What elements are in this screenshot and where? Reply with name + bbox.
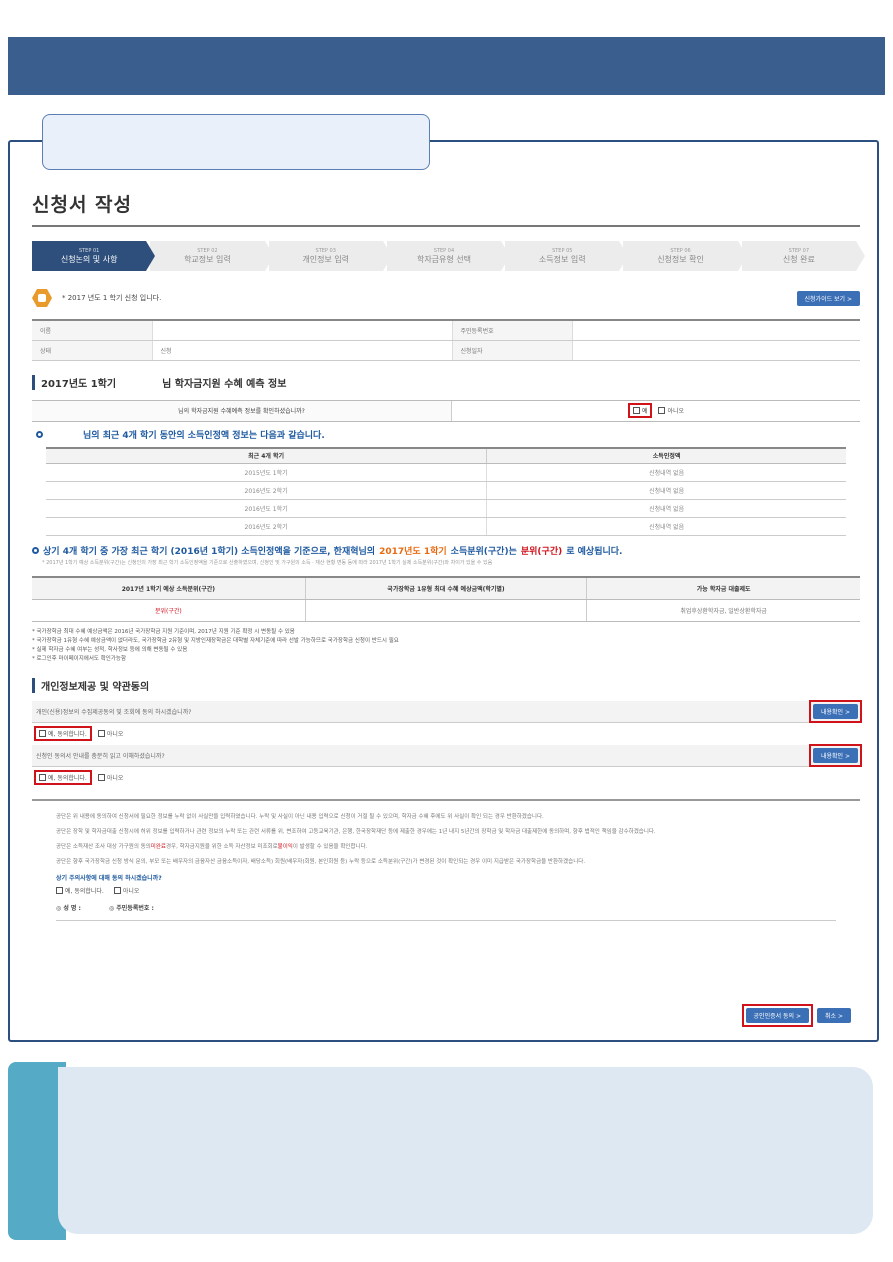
prediction-table: 2017년 1학기 예상 소득분위(구간) 국가장학금 1유형 최대 수혜 예상… [32, 576, 860, 622]
consent-2-agree[interactable]: 예, 동의합니다. [34, 769, 92, 785]
table-row: 분위(구간) 취업후상환학자금, 일반상환학자금 [32, 599, 860, 622]
prediction-yes-option[interactable]: 예 [627, 403, 653, 418]
table-row: 2016년도 1학기 신청내역 없음 [46, 499, 846, 518]
screenshot-frame: 신청서 작성 STEP 01 신청논의 및 사항 STEP 02 학교정보 입력 S… [8, 140, 879, 1042]
name-label: 이름 [32, 320, 153, 341]
terms-question: 상기 주의사항에 대해 동의 하시겠습니까? [56, 874, 162, 882]
view-content-button-1[interactable]: 내용확인 > [812, 703, 858, 719]
disagree-checkbox[interactable] [97, 729, 105, 737]
yes-checkbox[interactable] [632, 407, 640, 414]
notice-bar: * 2017 년도 1 학기 신청 입니다. 신청가이드 보기 > [32, 287, 860, 309]
step-4: STEP 04 학자금유형 선택 [386, 241, 511, 271]
agree-checkbox[interactable] [39, 729, 46, 737]
income-history-table: 최근 4개 학기 소득인정액 2015년도 1학기 신청내역 없음 2016년도 … [46, 446, 846, 536]
consent-row-1: 개인(신용)정보의 수집제공동의 및 조회에 동의 하시겠습니까? 내용확인 > [32, 699, 862, 723]
income-history-title: 님의 최근 4개 학기 동안의 소득인정액 정보는 다음과 같습니다. [32, 428, 860, 441]
terms-agree[interactable]: 예, 동의합니다. [56, 886, 104, 895]
consent-1-disagree[interactable]: 아니오 [97, 729, 123, 738]
reg-value [572, 320, 860, 341]
applicant-info-table: 이름 주민등록번호 상태 신청 신청일자 [32, 319, 860, 361]
view-content-button-2[interactable]: 내용확인 > [812, 747, 858, 763]
status-value: 신청 [152, 340, 453, 361]
step-1: STEP 01 신청논의 및 사항 [32, 241, 156, 271]
section-title-prediction: 2017년도 1학기 님 학자금지원 수혜 예측 정보 [32, 374, 860, 390]
reg-label: 주민등록번호 [452, 320, 573, 341]
step-6: STEP 06 신청정보 확인 [623, 241, 747, 271]
step-5: STEP 05 소득정보 입력 [505, 241, 629, 271]
section-title-consent: 개인정보제공 및 약관동의 [32, 677, 860, 693]
prediction-headline: 상기 4개 학기 중 가장 최근 학기 (2016년 1학기) 소득인정액을 기… [32, 544, 860, 557]
bullet-icon [36, 430, 43, 438]
page-title: 신청서 작성 [32, 190, 860, 227]
step-2: STEP 02 학교정보 입력 [150, 241, 274, 271]
notice-text: * 2017 년도 1 학기 신청 입니다. [62, 294, 162, 302]
disagree-checkbox[interactable] [97, 773, 105, 781]
agree-checkbox[interactable] [56, 886, 63, 894]
table-row: 2016년도 2학기 신청내역 없음 [46, 517, 846, 536]
prediction-no-option[interactable]: 아니오 [658, 406, 684, 415]
consent-2-disagree[interactable]: 아니오 [97, 773, 123, 782]
consent-row-2: 신청인 동의서 안내를 충분히 읽고 이해하셨습니까? 내용확인 > [32, 743, 862, 767]
step-indicator: STEP 01 신청논의 및 사항 STEP 02 학교정보 입력 STEP 03 개… [32, 241, 866, 271]
cancel-button[interactable]: 취소 > [817, 1008, 851, 1023]
prediction-question: 님의 학자금지원 수혜예측 정보를 확인하셨습니까? [32, 400, 452, 421]
application-form: 신청서 작성 STEP 01 신청논의 및 사항 STEP 02 학교정보 입력 S… [32, 190, 866, 921]
section-tab-label [42, 114, 430, 170]
agree-checkbox[interactable] [39, 773, 46, 781]
disagree-checkbox[interactable] [113, 886, 121, 894]
prediction-notes: * 국가장학금 최대 수혜 예상금액은 2016년 국가장학금 지원 기준이며,… [32, 628, 399, 662]
bullet-icon [32, 547, 39, 554]
table-row: 2016년도 2학기 신청내역 없음 [46, 481, 846, 500]
header-bar [8, 37, 885, 95]
date-label: 신청일자 [452, 340, 573, 361]
action-buttons: 공인인증서 동의 > 취소 > [741, 1004, 851, 1027]
name-value [152, 320, 453, 341]
no-checkbox[interactable] [658, 407, 666, 414]
date-value [572, 340, 860, 361]
terms-disagree[interactable]: 아니오 [113, 886, 139, 895]
guide-button[interactable]: 신청가이드 보기 > [796, 290, 860, 306]
prediction-note: * 2017년 1학기 예상 소득분위(구간)는 신청인의 가장 최근 학기 소… [42, 560, 493, 566]
terms-box: 공단은 위 내용에 동의하여 신청서에 필요한 정보를 누락 없이 사실만을 입… [32, 798, 860, 921]
notice-icon [32, 289, 52, 307]
status-label: 상태 [32, 340, 153, 361]
callout-box [58, 1067, 873, 1234]
step-3: STEP 03 개인정보 입력 [268, 241, 393, 271]
consent-1-agree[interactable]: 예, 동의합니다. [34, 725, 92, 741]
prediction-confirm-row: 님의 학자금지원 수혜예측 정보를 확인하셨습니까? 예 아니오 [32, 399, 860, 422]
step-7: STEP 07 신청 완료 [741, 241, 866, 271]
signer-row: ◎ 성 명 : ◎ 주민등록번호 : [56, 903, 836, 921]
certificate-agree-button[interactable]: 공인인증서 동의 > [745, 1008, 810, 1023]
table-row: 2015년도 1학기 신청내역 없음 [46, 463, 846, 482]
